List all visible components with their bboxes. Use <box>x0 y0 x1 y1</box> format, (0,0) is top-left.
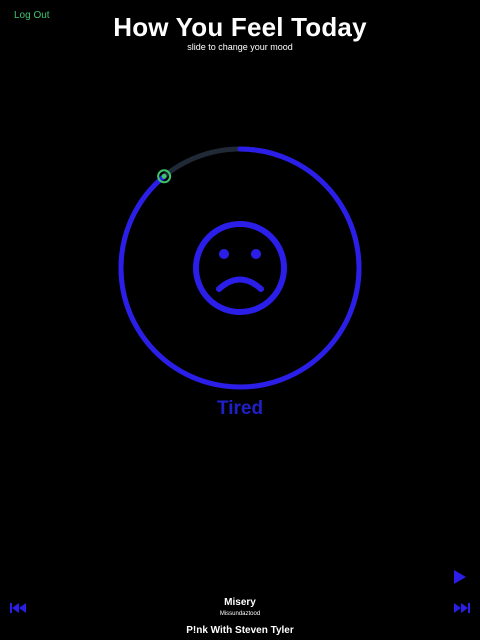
album-name: Missundaztood <box>219 611 261 617</box>
mood-label: Tired <box>216 398 264 419</box>
play-icon[interactable] <box>452 569 468 585</box>
sad-face-icon <box>193 221 287 315</box>
mood-slider-handle[interactable] <box>157 169 172 184</box>
song-title: Misery <box>224 597 256 608</box>
mood-slider-active-arc <box>118 146 362 390</box>
mood-dial[interactable] <box>0 0 480 640</box>
artist-name: P!nk With Steven Tyler <box>186 625 294 636</box>
